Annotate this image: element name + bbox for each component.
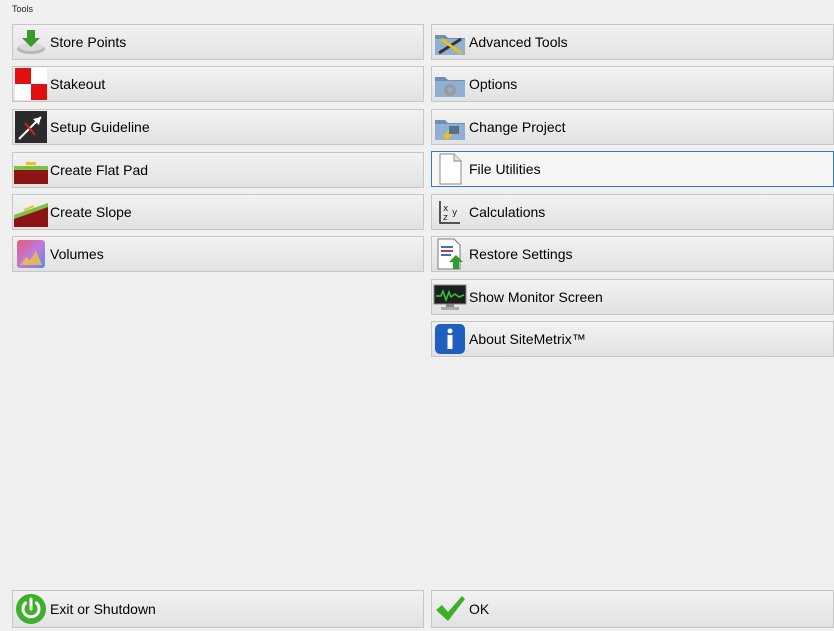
options-button[interactable]: Options [431,66,834,102]
svg-text:z: z [443,213,448,223]
about-sitemetrix-label: About SiteMetrix™ [469,331,586,347]
change-project-label: Change Project [469,119,566,135]
options-label: Options [469,76,518,92]
create-flat-pad-button[interactable]: Create Flat Pad [12,152,424,188]
file-icon [433,152,467,186]
stakeout-button[interactable]: Stakeout [12,66,424,102]
power-icon [14,592,48,626]
ok-label: OK [469,601,490,617]
calculations-label: Calculations [469,204,546,220]
advanced-tools-button[interactable]: Advanced Tools [431,24,834,60]
xyz-icon: x z y [433,195,467,229]
store-points-icon [14,25,48,59]
info-icon [433,322,467,356]
restore-settings-label: Restore Settings [469,246,573,262]
store-points-button[interactable]: Store Points [12,24,424,60]
create-slope-button[interactable]: Create Slope [12,194,424,230]
file-utilities-label: File Utilities [469,161,541,177]
options-icon [433,67,467,101]
exit-shutdown-label: Exit or Shutdown [50,601,156,617]
svg-text:y: y [452,208,458,218]
change-project-button[interactable]: Change Project [431,109,834,145]
setup-guideline-label: Setup Guideline [50,119,150,135]
window-title: Tools [12,4,34,14]
about-sitemetrix-button[interactable]: About SiteMetrix™ [431,321,834,357]
change-project-icon [433,110,467,144]
setup-guideline-button[interactable]: Setup Guideline [12,109,424,145]
restore-settings-button[interactable]: Restore Settings [431,236,834,272]
checkmark-icon [433,592,467,626]
volumes-icon [14,237,48,271]
guideline-icon [14,110,48,144]
monitor-icon [433,280,467,314]
volumes-label: Volumes [50,246,104,262]
volumes-button[interactable]: Volumes [12,236,424,272]
exit-shutdown-button[interactable]: Exit or Shutdown [12,590,424,628]
flat-pad-icon [14,153,48,187]
create-flat-pad-label: Create Flat Pad [50,162,149,178]
file-utilities-button[interactable]: File Utilities [431,151,834,187]
create-slope-label: Create Slope [50,204,132,220]
store-points-label: Store Points [50,34,127,50]
restore-icon [433,237,467,271]
stakeout-icon [14,67,48,101]
ok-button[interactable]: OK [431,590,834,628]
slope-icon [14,195,48,229]
show-monitor-screen-label: Show Monitor Screen [469,289,603,305]
advanced-tools-label: Advanced Tools [469,34,568,50]
advanced-tools-icon [433,25,467,59]
stakeout-label: Stakeout [50,76,106,92]
calculations-button[interactable]: x z y Calculations [431,194,834,230]
show-monitor-screen-button[interactable]: Show Monitor Screen [431,279,834,315]
